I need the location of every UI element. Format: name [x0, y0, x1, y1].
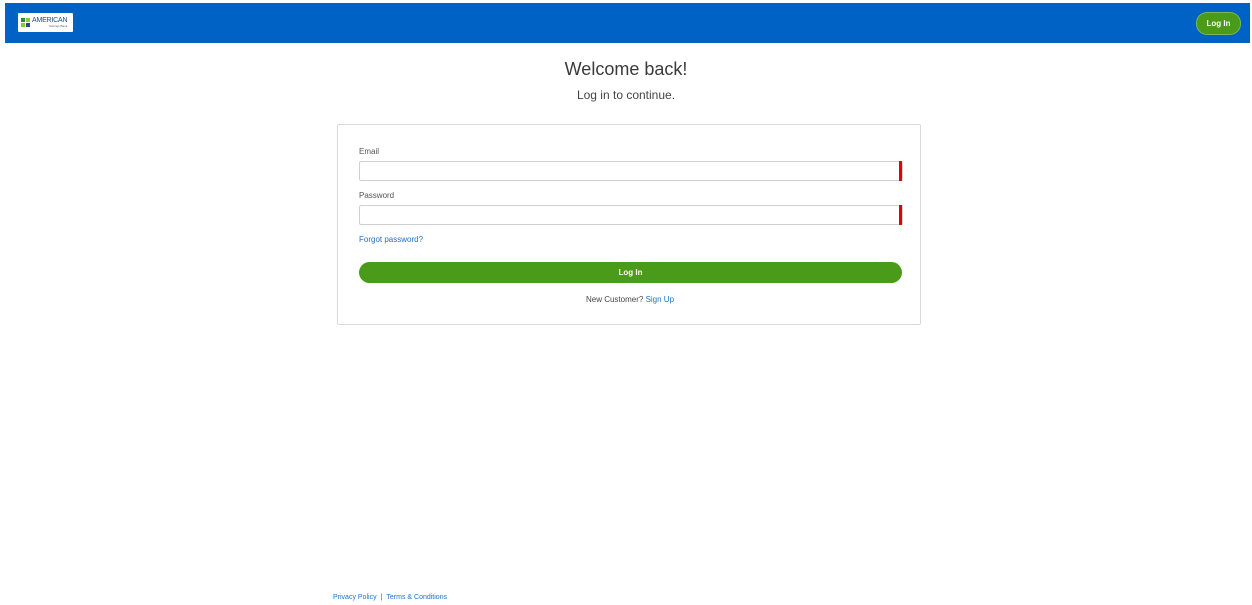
password-field[interactable]: [359, 205, 903, 225]
login-submit-button[interactable]: Log In: [359, 262, 902, 283]
page-title: Welcome back!: [564, 59, 688, 79]
privacy-policy-link[interactable]: Privacy Policy: [333, 594, 377, 601]
new-customer-row: New Customer? Sign Up: [338, 295, 922, 304]
password-label: Password: [359, 191, 395, 200]
terms-conditions-link[interactable]: Terms & Conditions: [386, 594, 447, 601]
email-label: Email: [359, 147, 380, 156]
page-subtitle: Log in to continue.: [576, 88, 676, 102]
bank-logo[interactable]: AMERICAN Savings Bank: [18, 13, 73, 32]
footer-links: Privacy Policy | Terms & Conditions: [333, 594, 447, 601]
login-form-card: Email Password Forgot password? Log In N…: [337, 124, 921, 325]
password-error-indicator: [899, 205, 902, 225]
footer-separator: |: [380, 594, 383, 601]
logo-mark-icon: [21, 18, 30, 27]
sign-up-link[interactable]: Sign Up: [646, 295, 674, 304]
top-navigation-bar: AMERICAN Savings Bank Log In: [5, 3, 1250, 43]
forgot-password-link[interactable]: Forgot password?: [359, 235, 423, 244]
logo-subtext: Savings Bank: [49, 24, 68, 28]
new-customer-text: New Customer?: [585, 295, 644, 304]
header-login-button[interactable]: Log In: [1196, 12, 1241, 35]
email-field[interactable]: [359, 161, 903, 181]
logo-text: AMERICAN: [32, 17, 68, 24]
email-error-indicator: [899, 161, 902, 181]
